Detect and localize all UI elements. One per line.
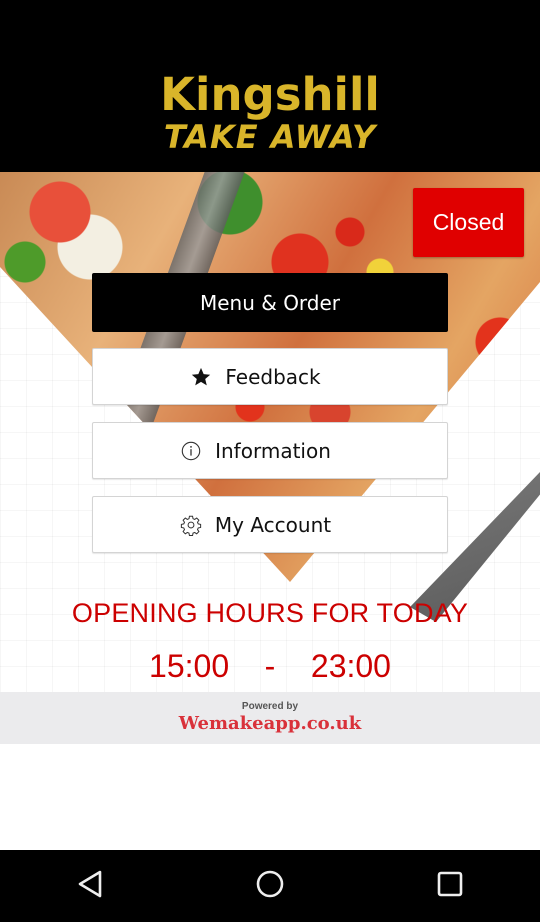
nav-home-button[interactable] xyxy=(230,850,310,922)
powered-by-label: Powered by xyxy=(241,701,299,712)
back-icon xyxy=(76,869,104,904)
time-separator: - xyxy=(264,648,276,684)
my-account-label: My Account xyxy=(214,512,332,537)
menu-order-label: Menu & Order xyxy=(199,290,341,315)
powered-by-banner[interactable]: Powered by Wemakeapp.co.uk xyxy=(0,692,540,744)
nav-back-button[interactable] xyxy=(50,850,130,922)
close-time: 23:00 xyxy=(310,648,391,684)
status-badge: Closed xyxy=(413,188,524,257)
opening-hours-time: 15:00 - 23:00 xyxy=(0,648,540,685)
information-label: Information xyxy=(215,438,331,463)
logo-subtitle: TAKE AWAY xyxy=(163,118,377,156)
gear-icon xyxy=(179,514,203,536)
feedback-label: Feedback xyxy=(225,364,321,389)
information-button[interactable]: Information xyxy=(92,422,448,479)
nav-recents-button[interactable] xyxy=(410,850,490,922)
home-icon xyxy=(255,869,285,904)
info-icon xyxy=(179,440,203,462)
my-account-button[interactable]: My Account xyxy=(92,496,448,553)
opening-hours-title: OPENING HOURS FOR TODAY xyxy=(71,598,469,628)
menu-order-button[interactable]: Menu & Order xyxy=(92,273,448,332)
logo-title: Kingshill xyxy=(160,68,380,121)
system-nav-bar xyxy=(0,850,540,922)
star-icon xyxy=(189,366,213,388)
powered-by-brand: Wemakeapp.co.uk xyxy=(178,713,362,734)
recents-icon xyxy=(436,870,464,903)
app-header: Kingshill TAKE AWAY xyxy=(0,0,540,172)
open-time: 15:00 xyxy=(149,648,230,684)
feedback-button[interactable]: Feedback xyxy=(92,348,448,405)
